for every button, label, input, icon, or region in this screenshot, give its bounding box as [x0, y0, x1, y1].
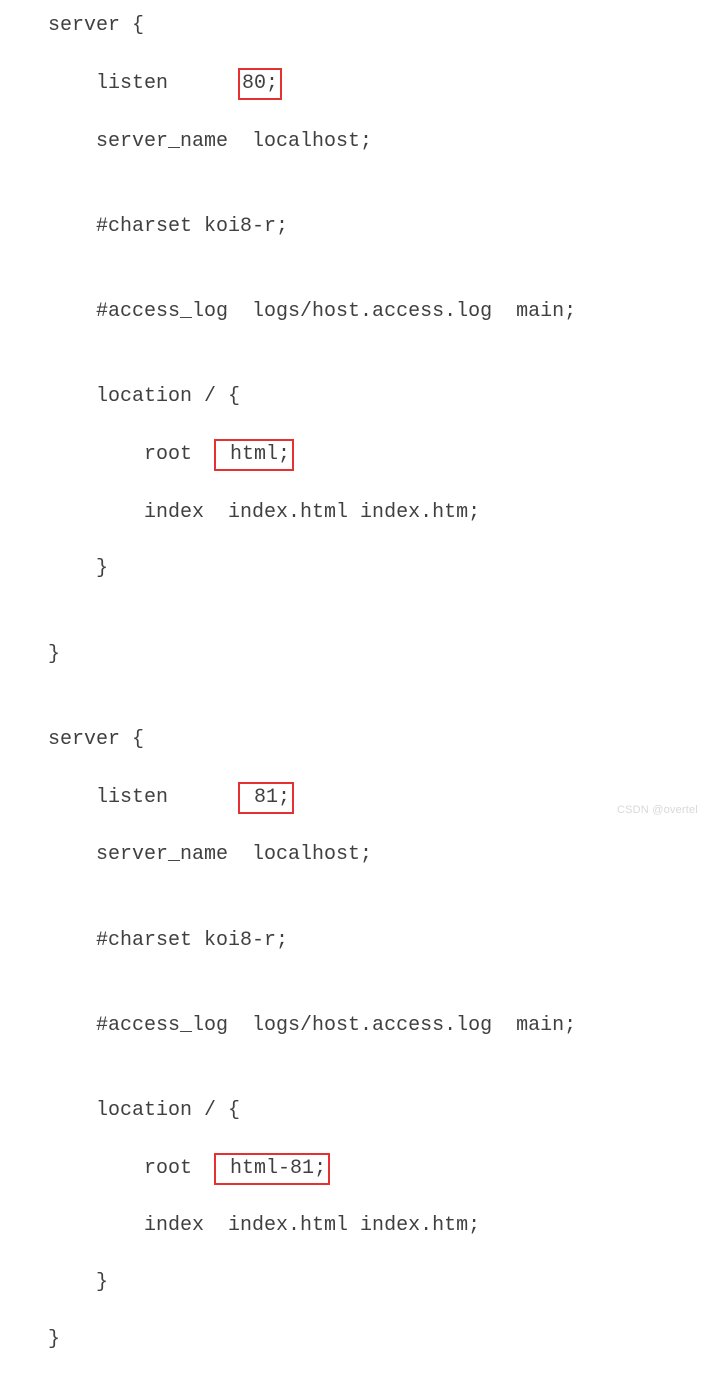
- root-html-highlight: html;: [214, 439, 294, 471]
- server1-location-close: }: [0, 555, 708, 583]
- server2-open: server {: [0, 726, 708, 754]
- server2-listen: listen 81;: [0, 783, 708, 813]
- server1-charset: #charset koi8-r;: [0, 213, 708, 241]
- root-html81-highlight: html-81;: [214, 1153, 330, 1185]
- server2-charset: #charset koi8-r;: [0, 927, 708, 955]
- server2-server-name: server_name localhost;: [0, 841, 708, 869]
- listen-port-80-highlight: 80;: [238, 68, 282, 100]
- server1-index: index index.html index.htm;: [0, 499, 708, 527]
- server2-root: root html-81;: [0, 1154, 708, 1184]
- server2-index: index index.html index.htm;: [0, 1212, 708, 1240]
- server1-server-name: server_name localhost;: [0, 128, 708, 156]
- root-prefix: root: [0, 443, 216, 466]
- listen-prefix: listen: [0, 72, 240, 95]
- server1-close: }: [0, 641, 708, 669]
- server1-root: root html;: [0, 440, 708, 470]
- watermark-text: CSDN @overtel: [617, 803, 698, 819]
- server2-access-log: #access_log logs/host.access.log main;: [0, 1012, 708, 1040]
- server2-location-close: }: [0, 1269, 708, 1297]
- server2-close: }: [0, 1326, 708, 1354]
- server2-location-open: location / {: [0, 1097, 708, 1125]
- listen-prefix: listen: [0, 786, 240, 809]
- server1-access-log: #access_log logs/host.access.log main;: [0, 298, 708, 326]
- server1-location-open: location / {: [0, 383, 708, 411]
- root-prefix: root: [0, 1157, 216, 1180]
- server1-open: server {: [0, 12, 708, 40]
- listen-port-81-highlight: 81;: [238, 782, 294, 814]
- server1-listen: listen 80;: [0, 69, 708, 99]
- nginx-config-block: server { listen 80; server_name localhos…: [0, 12, 708, 1383]
